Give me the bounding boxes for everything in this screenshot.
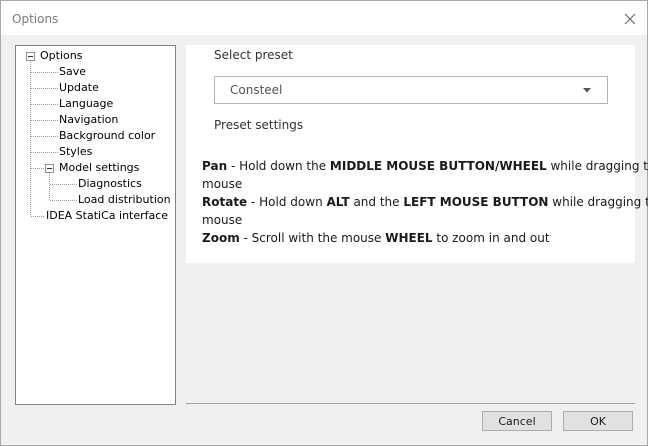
help-zoom-key: Zoom bbox=[202, 231, 240, 245]
settings-panel: Select preset Consteel Preset settings P… bbox=[186, 45, 648, 395]
help-zoom-text: - Scroll with the mouse bbox=[239, 231, 386, 245]
help-rotate-text-end: while dragging the bbox=[552, 195, 648, 209]
footer-separator bbox=[186, 403, 635, 404]
help-rotate-alt: ALT bbox=[326, 195, 350, 209]
help-rotate-continued: mouse bbox=[202, 213, 243, 227]
help-pan-text: - Hold down the bbox=[227, 159, 330, 173]
select-preset-label: Select preset bbox=[214, 48, 293, 62]
close-icon bbox=[624, 13, 636, 25]
tree-item-idea-statica-interface[interactable]: IDEA StatiCa interface bbox=[46, 208, 168, 224]
tree-item-model-settings[interactable]: Model settings bbox=[59, 160, 139, 176]
tree-collapse-toggle-model-settings[interactable] bbox=[45, 164, 54, 173]
tree-item-language[interactable]: Language bbox=[59, 96, 113, 112]
chevron-down-icon bbox=[583, 88, 591, 93]
help-rotate-button: LEFT MOUSE BUTTON bbox=[403, 195, 549, 209]
preset-dropdown-value: Consteel bbox=[230, 83, 283, 97]
help-zoom: Zoom - Scroll with the mouse WHEEL to zo… bbox=[202, 229, 622, 247]
help-pan-continued: mouse bbox=[202, 177, 243, 191]
help-pan-text-end: while dragging the bbox=[550, 159, 648, 173]
title-bar: Options bbox=[1, 1, 647, 35]
cancel-button[interactable]: Cancel bbox=[482, 411, 552, 431]
help-rotate-text-mid: and the bbox=[349, 195, 404, 209]
options-tree: Options Save Update Language Navigation … bbox=[15, 45, 176, 405]
help-pan-button: MIDDLE MOUSE BUTTON/WHEEL bbox=[329, 159, 547, 173]
options-dialog: Options Options Save Update Language Nav… bbox=[0, 0, 648, 446]
help-pan-key: Pan bbox=[202, 159, 228, 173]
preset-settings-label: Preset settings bbox=[214, 118, 304, 132]
help-pan: Pan - Hold down the MIDDLE MOUSE BUTTON/… bbox=[202, 157, 648, 175]
close-button[interactable] bbox=[617, 7, 643, 31]
help-zoom-text-end: to zoom in and out bbox=[432, 231, 550, 245]
help-rotate: Rotate - Hold down ALT and the LEFT MOUS… bbox=[202, 193, 648, 211]
tree-item-navigation[interactable]: Navigation bbox=[59, 112, 118, 128]
navigation-settings: Select preset Consteel Preset settings P… bbox=[186, 45, 648, 263]
tree-collapse-toggle-options[interactable] bbox=[26, 52, 35, 61]
window-title: Options bbox=[12, 12, 59, 26]
help-zoom-wheel: WHEEL bbox=[385, 231, 433, 245]
tree-item-styles[interactable]: Styles bbox=[59, 144, 92, 160]
tree-item-load-distribution[interactable]: Load distribution bbox=[78, 192, 171, 208]
help-rotate-text: - Hold down bbox=[247, 195, 327, 209]
help-rotate-key: Rotate bbox=[202, 195, 248, 209]
preset-dropdown[interactable]: Consteel bbox=[214, 76, 608, 104]
tree-item-options[interactable]: Options bbox=[40, 48, 82, 64]
tree-item-background-color[interactable]: Background color bbox=[59, 128, 155, 144]
tree-item-diagnostics[interactable]: Diagnostics bbox=[78, 176, 142, 192]
ok-button[interactable]: OK bbox=[563, 411, 633, 431]
tree-item-update[interactable]: Update bbox=[59, 80, 99, 96]
tree-item-save[interactable]: Save bbox=[59, 64, 86, 80]
